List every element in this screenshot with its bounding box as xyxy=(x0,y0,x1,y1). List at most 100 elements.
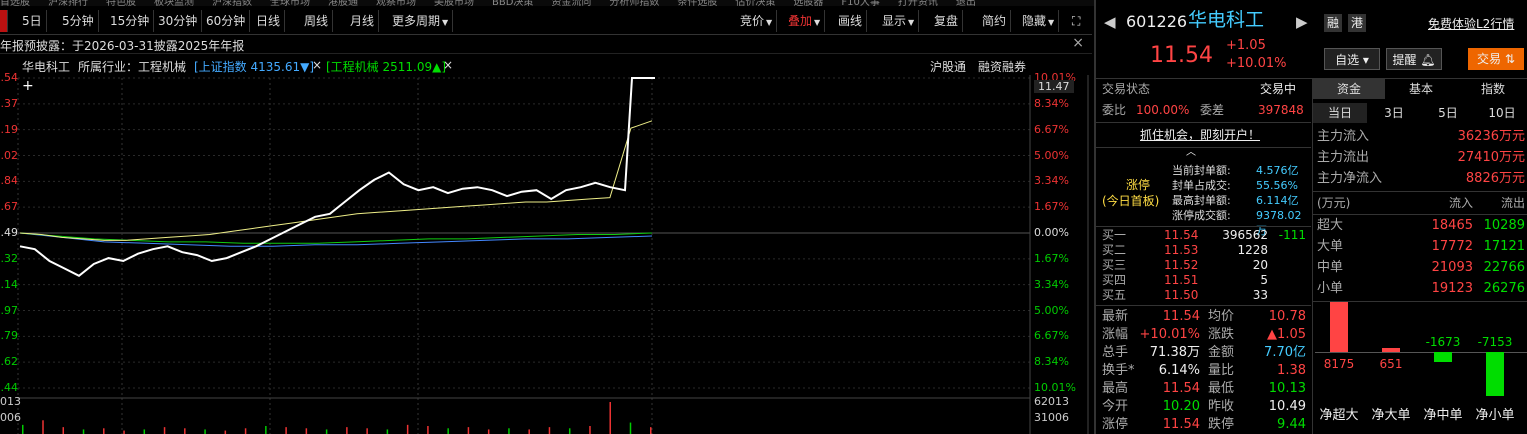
bid-price: 11.51 xyxy=(1164,273,1199,287)
volume-bar xyxy=(427,426,429,434)
bid-price: 11.54 xyxy=(1164,228,1199,242)
flow-table-header: (万元) xyxy=(1317,196,1351,210)
flow-row-label: 大单 xyxy=(1317,239,1344,254)
volume-bar xyxy=(184,428,186,434)
tab-basic[interactable]: 基本 xyxy=(1385,79,1457,99)
net-flow-value: 651 xyxy=(1379,357,1403,371)
weicha-value: 397848 xyxy=(1258,103,1304,117)
prev-stock-icon[interactable]: ◀ xyxy=(1104,12,1116,32)
net-flow-bar xyxy=(1330,302,1348,352)
volume-bar xyxy=(650,427,652,434)
simple-button[interactable]: 简约 xyxy=(978,10,1012,32)
alert-button[interactable]: 提醒 🔔︎ xyxy=(1386,48,1442,70)
weicha-label: 委差 xyxy=(1200,103,1225,117)
overlay-button[interactable]: 叠加 ▼ xyxy=(784,10,826,32)
volume-bar xyxy=(325,429,328,434)
stat-value: 6.14% xyxy=(1158,363,1200,378)
left-axis-tick: 10.54 xyxy=(0,71,18,84)
period-30min-button[interactable]: 30分钟 xyxy=(154,10,203,32)
volume-bar xyxy=(123,430,125,434)
intraday-chart[interactable]: + 10.54 10.37 10.19 10.02 9.84 9.67 9.49 9.32 9.… xyxy=(0,71,1092,434)
period-5day-button[interactable]: 5日 xyxy=(18,10,47,32)
avg-price-line xyxy=(19,120,653,241)
watchlist-button[interactable]: 自选 ▾ xyxy=(1324,48,1380,70)
subtab-3day[interactable]: 3日 xyxy=(1367,103,1421,123)
flow-table-header: 流入 xyxy=(1448,196,1473,210)
stat-value: +10.01% xyxy=(1139,327,1200,342)
remove-overlay-icon[interactable]: × xyxy=(443,58,453,72)
volume-bar xyxy=(22,424,24,434)
flow-row-label: 超大 xyxy=(1317,218,1344,233)
disclosure-bar: 年报预披露：于2026-03-31披露2025年年报 × xyxy=(0,35,1092,54)
close-icon[interactable]: × xyxy=(1072,35,1084,51)
period-5min-button[interactable]: 5分钟 xyxy=(58,10,99,32)
flow-label: 主力流出 xyxy=(1317,150,1370,165)
trade-button[interactable]: 交易 ⇅ xyxy=(1468,48,1524,70)
volume-bar xyxy=(224,430,227,434)
stat-value: 9.44 xyxy=(1277,417,1306,432)
monthly-button[interactable]: 月线 xyxy=(346,10,380,32)
stock-code: 601226 xyxy=(1126,12,1188,31)
stat-value: 71.38万 xyxy=(1149,345,1200,360)
volume-bar xyxy=(42,420,44,434)
volume-bar xyxy=(548,427,551,434)
daily-button[interactable]: 日线 xyxy=(252,10,286,32)
limit-up-stat-label: 最高封单额: xyxy=(1172,194,1231,207)
price-line xyxy=(19,77,655,277)
chevron-up-icon[interactable]: ︿ xyxy=(1186,147,1196,159)
l2-trial-link[interactable]: 免费体验L2行情 xyxy=(1428,14,1514,34)
subtab-5day[interactable]: 5日 xyxy=(1421,103,1475,123)
subtab-today[interactable]: 当日 xyxy=(1313,103,1367,123)
stat-label: 跌停 xyxy=(1208,417,1235,432)
more-period-button[interactable]: 更多周期 ▼ xyxy=(388,10,454,32)
net-flow-bar xyxy=(1486,352,1504,396)
capital-flow-column: 资金 基本 指数 当日 3日 5日 10日 主力流入 36236万元 主力流出 274… xyxy=(1312,79,1527,434)
volume-bar xyxy=(366,428,368,434)
bid-change xyxy=(1272,288,1306,303)
period-60min-button[interactable]: 60分钟 xyxy=(202,10,251,32)
bid-change xyxy=(1272,273,1306,288)
next-stock-icon[interactable]: ▶ xyxy=(1296,12,1308,32)
stat-label: 涨幅 xyxy=(1102,327,1129,342)
volume-bar xyxy=(467,427,470,434)
industry-label: 所属行业：工程机械 xyxy=(78,60,187,74)
stat-value: 10.78 xyxy=(1268,309,1306,324)
hide-button[interactable]: 隐藏 ▼ xyxy=(1018,10,1060,32)
display-button[interactable]: 显示 ▼ xyxy=(878,10,920,32)
fullscreen-icon[interactable]: ⛶ xyxy=(1068,10,1084,32)
divider xyxy=(1096,147,1311,148)
bid-change xyxy=(1272,243,1306,258)
flow-in-value: 19123 xyxy=(1431,281,1473,296)
divider xyxy=(1313,191,1527,192)
stat-label: 今开 xyxy=(1102,399,1129,414)
draw-line-button[interactable]: 画线 xyxy=(834,10,868,32)
limit-up-stat-label: 封单占成交: xyxy=(1172,179,1231,192)
tab-index[interactable]: 指数 xyxy=(1457,79,1527,99)
chevron-down-icon: ▾ xyxy=(1362,53,1369,67)
stat-value: ▲1.05 xyxy=(1267,327,1306,342)
replay-button[interactable]: 复盘 xyxy=(930,10,964,32)
period-15min-button[interactable]: 15分钟 xyxy=(106,10,155,32)
index-overlay-industry[interactable]: [工程机械 2511.09▲] xyxy=(326,58,446,75)
index-overlay-sh[interactable]: [上证指数 4135.61▼] xyxy=(194,58,314,75)
weekly-button[interactable]: 周线 xyxy=(300,10,334,32)
bid-level-label: 买四 xyxy=(1102,273,1127,287)
flow-label: 主力流入 xyxy=(1317,129,1370,144)
flow-in-value: 18465 xyxy=(1431,218,1473,233)
right-axis-tick: 1.67% xyxy=(1034,200,1069,214)
volume-bar xyxy=(143,429,146,434)
remove-overlay-icon[interactable]: × xyxy=(312,58,322,72)
tab-capital[interactable]: 资金 xyxy=(1313,79,1385,99)
stat-label: 最高 xyxy=(1102,381,1129,396)
left-axis-tick: 9.84 xyxy=(0,174,18,188)
stat-value: 10.13 xyxy=(1268,381,1306,396)
open-account-link[interactable]: 抓住机会，即刻开户！ xyxy=(1140,125,1260,145)
trade-label: 交易 xyxy=(1477,52,1502,66)
net-flow-label: 净大单 xyxy=(1371,408,1411,423)
volume-bar xyxy=(447,428,449,434)
right-axis-tick: 3.34% xyxy=(1034,174,1069,188)
flow-label: 主力净流入 xyxy=(1317,171,1383,186)
subtab-10day[interactable]: 10日 xyxy=(1475,103,1527,123)
auction-button[interactable]: 竞价 ▼ xyxy=(736,10,778,32)
left-axis-tick: 10.37 xyxy=(0,96,18,110)
